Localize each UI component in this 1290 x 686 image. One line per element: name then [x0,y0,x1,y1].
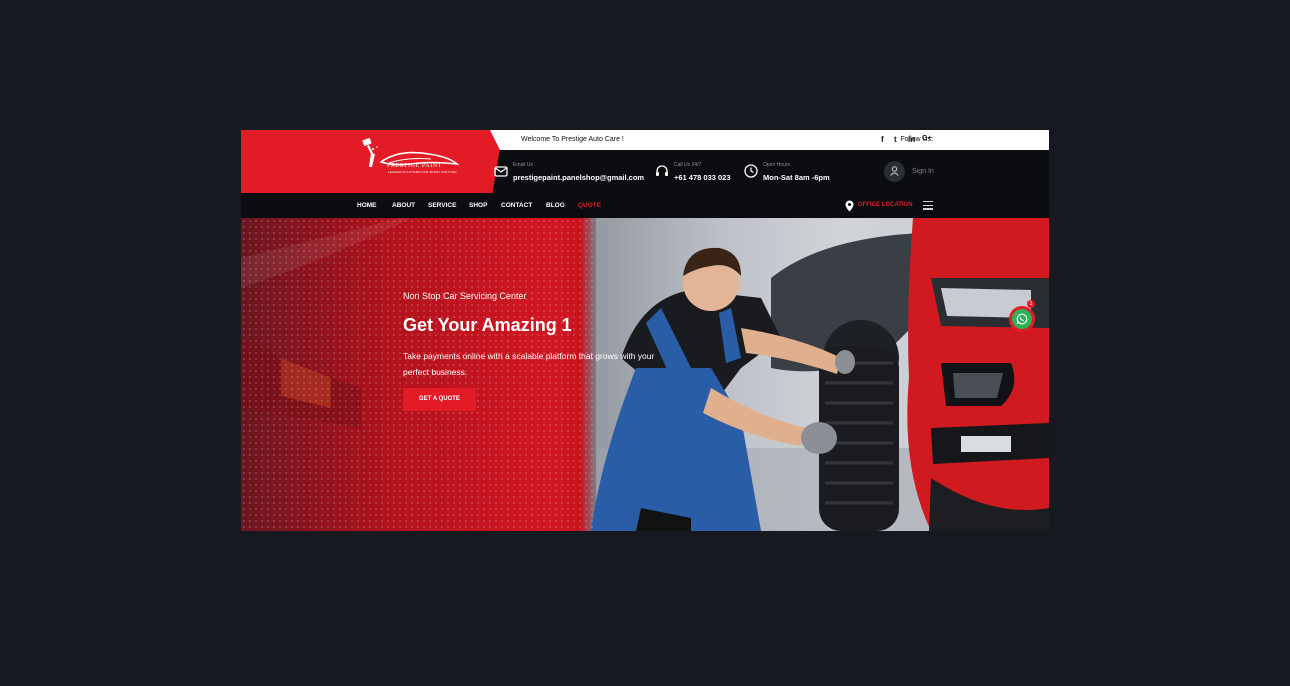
hero-description: Take payments online with a scalable pla… [403,351,655,377]
nav-item-blog[interactable]: BLOG [546,202,565,209]
facebook-icon[interactable]: f [881,135,884,144]
nav-item-shop[interactable]: SHOP [469,202,487,209]
hero-banner: Non Stop Car Servicing Center Get Your A… [241,218,1049,531]
logo-tagline: LEADER IN AUTOMOTIVE SPRAY PAINTING [388,170,457,174]
email-value[interactable]: prestigepaint.panelshop@gmail.com [513,173,644,182]
google-plus-icon[interactable]: G+ [922,135,932,142]
notification-badge: 1 [1027,300,1035,308]
phone-label: Call Us 24/7 [674,162,702,168]
headset-icon [656,165,668,176]
hero-title: Get Your Amazing 1 [403,315,572,335]
site-header: PRESTIGE PAINT LEADER IN AUTOMOTIVE SPRA… [241,130,1049,193]
whatsapp-button[interactable] [1009,306,1035,332]
website-frame: PRESTIGE PAINT LEADER IN AUTOMOTIVE SPRA… [241,130,1049,531]
user-icon[interactable] [884,161,905,182]
email-label: Email Us [513,162,534,168]
top-bar: Welcome To Prestige Auto Care ! Follow U… [490,130,1049,150]
nav-item-about[interactable]: ABOUT [392,202,415,209]
linkedin-icon[interactable]: in [908,135,915,144]
logo[interactable]: PRESTIGE PAINT LEADER IN AUTOMOTIVE SPRA… [241,130,503,193]
nav-item-home[interactable]: HOME [357,202,377,209]
main-nav: HOME ABOUT SERVICE SHOP CONTACT BLOG QUO… [241,193,1049,218]
hours-value: Mon-Sat 8am -6pm [763,173,830,182]
whatsapp-icon [1016,313,1028,325]
hours-label: Open Hours [763,162,790,168]
logo-brand: PRESTIGE PAINT [387,163,443,169]
email-icon [494,166,508,177]
nav-item-service[interactable]: SERVICE [428,202,456,209]
nav-item-quote[interactable]: QUOTE [578,202,601,209]
sign-in-link[interactable]: Sign In [912,168,934,175]
hamburger-menu-icon[interactable] [923,201,933,210]
nav-item-contact[interactable]: CONTACT [501,202,532,209]
clock-icon [744,164,758,178]
twitter-icon[interactable]: t [894,135,897,144]
office-location-link[interactable]: OFFICE LOCATION [858,202,913,208]
phone-value[interactable]: +61 478 033 023 [674,173,731,182]
location-pin-icon [845,200,854,212]
welcome-text: Welcome To Prestige Auto Care ! [521,136,624,143]
get-a-quote-button[interactable]: GET A QUOTE [403,388,476,411]
hero-subtitle: Non Stop Car Servicing Center [403,291,527,301]
